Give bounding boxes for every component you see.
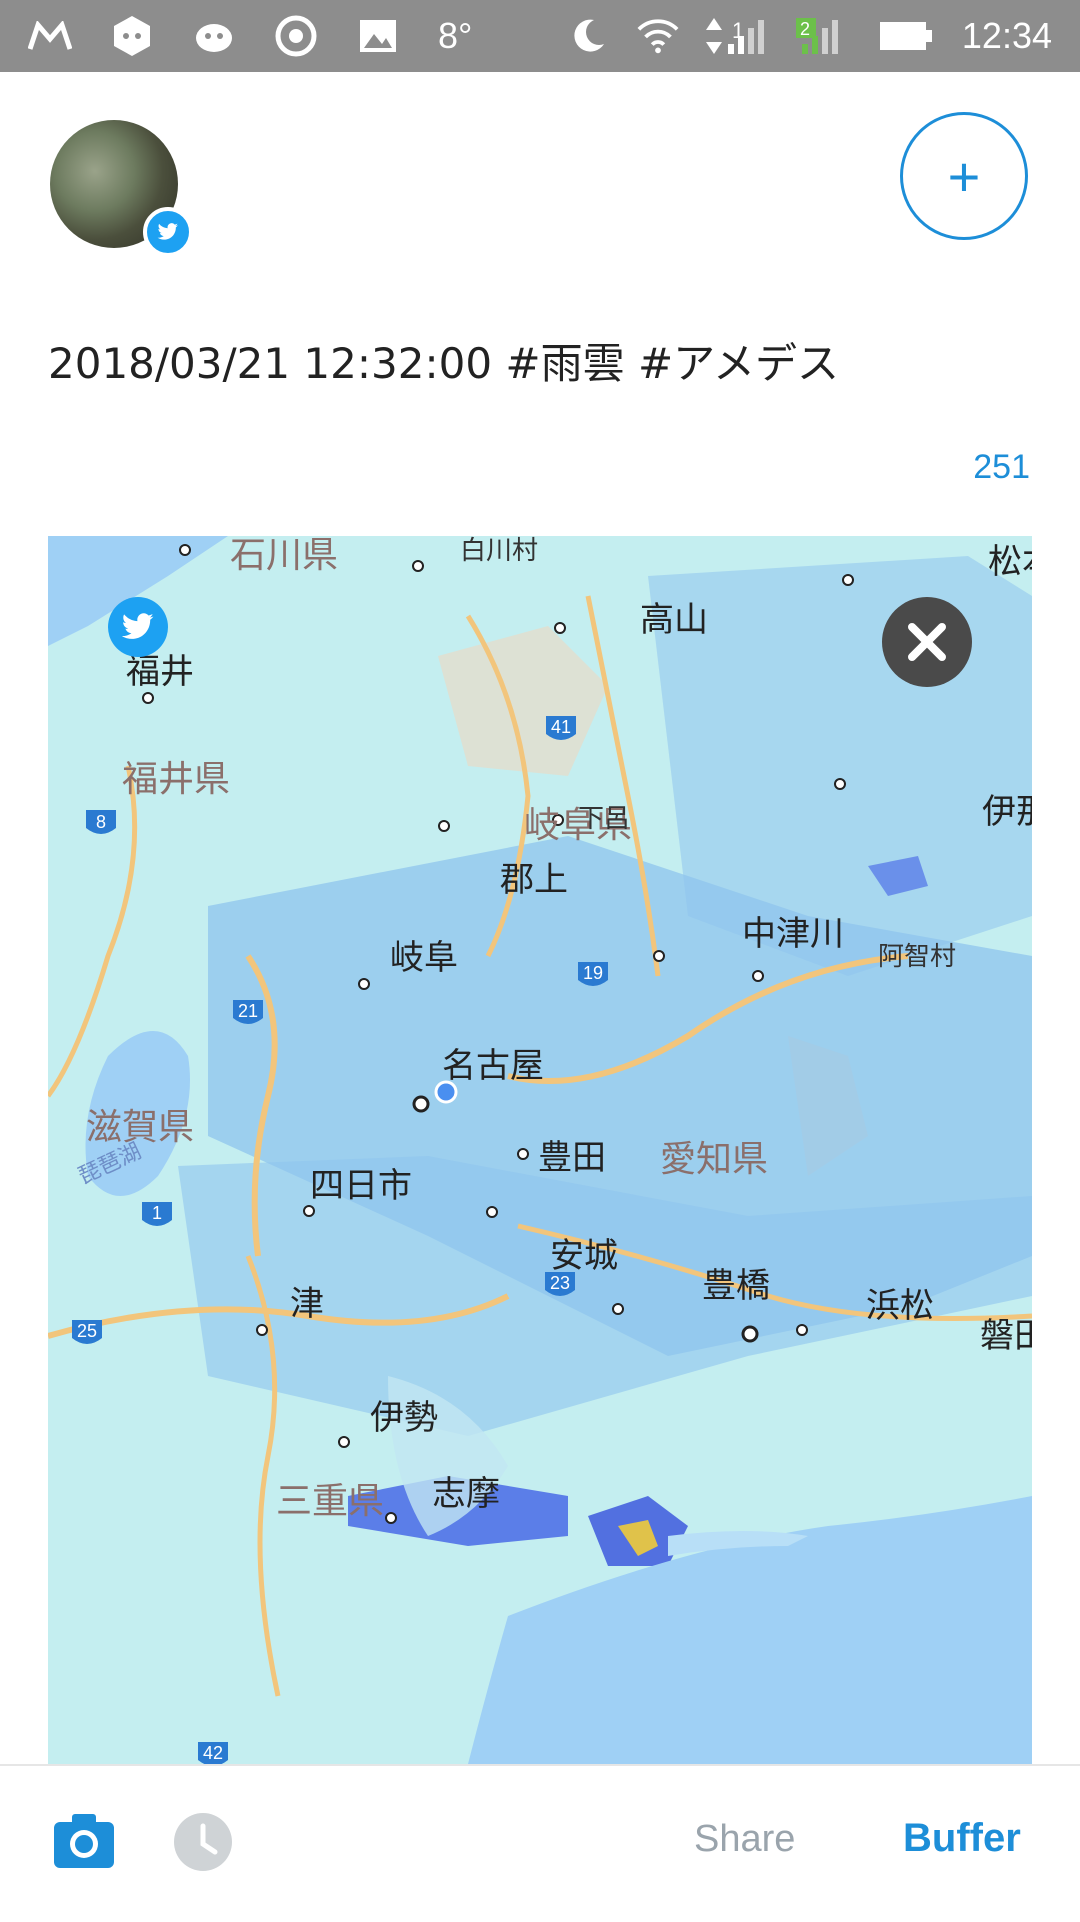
- buffer-button[interactable]: Buffer: [903, 1816, 1021, 1861]
- temperature-text: 8°: [438, 15, 473, 56]
- clock-icon[interactable]: [173, 1812, 233, 1872]
- map-label-aichi-pref: 愛知県: [660, 1139, 769, 1180]
- close-icon: [908, 623, 946, 661]
- svg-text:42: 42: [203, 1743, 223, 1763]
- map-label-shima: 志摩: [432, 1474, 500, 1514]
- sim2-badge: 2: [800, 19, 810, 39]
- route-shield-42: 42: [198, 1742, 228, 1764]
- route-shield-1: 1: [142, 1202, 172, 1226]
- map-label-nakatsugawa: 中津川: [742, 914, 844, 954]
- camera-icon[interactable]: [54, 1812, 114, 1868]
- map-label-anjo: 安城: [550, 1236, 618, 1276]
- twitter-badge-icon: [143, 207, 193, 257]
- map-label-shiga-pref: 滋賀県: [86, 1107, 195, 1148]
- svg-text:21: 21: [238, 1001, 258, 1021]
- map-label-toyohashi: 豊橋: [702, 1266, 770, 1306]
- map-label-ise: 伊勢: [370, 1398, 438, 1438]
- map-label-iwata: 磐田: [980, 1316, 1032, 1356]
- map-label-nagoya: 名古屋: [442, 1046, 544, 1086]
- twitter-icon: [108, 597, 168, 657]
- map-label-ishikawa: 石川県: [230, 536, 339, 576]
- share-button[interactable]: Share: [694, 1818, 795, 1861]
- map-label-yokkaichi: 四日市: [310, 1166, 412, 1206]
- svg-text:19: 19: [583, 963, 603, 983]
- map-label-hamamatsu: 浜松: [866, 1286, 934, 1326]
- route-shield-21: 21: [233, 1000, 263, 1024]
- map-label-gujo: 郡上: [500, 860, 568, 900]
- notification-app-icon: [110, 14, 154, 58]
- clock-time: 12:34: [961, 15, 1052, 56]
- map-label-takayama: 高山: [640, 600, 708, 640]
- svg-text:8: 8: [96, 812, 106, 832]
- character-count: 251: [973, 448, 1030, 486]
- attached-map-image: 41 8 19 21 1 23 25 42 石川県 白川村 松本 高山 福井 福…: [48, 536, 1032, 1764]
- wifi-icon: [636, 14, 680, 58]
- svg-text:41: 41: [551, 717, 571, 737]
- map-label-ina: 伊那: [982, 792, 1032, 832]
- route-shield-25: 25: [72, 1320, 102, 1344]
- sim1-badge: 1: [732, 18, 744, 43]
- composer-toolbar: Share Buffer: [0, 1764, 1080, 1922]
- route-shield-8: 8: [86, 810, 116, 834]
- svg-text:1: 1: [152, 1203, 162, 1223]
- map-label-tsu: 津: [290, 1284, 324, 1324]
- map-label-fukui-pref: 福井県: [122, 759, 231, 800]
- gmail-icon: [28, 14, 72, 58]
- battery-icon: [878, 14, 936, 58]
- map-label-gifu: 岐阜: [390, 938, 458, 978]
- add-account-button[interactable]: +: [900, 112, 1028, 240]
- map-label-toyota: 豊田: [538, 1138, 606, 1178]
- remove-image-button[interactable]: [882, 597, 972, 687]
- data-arrows-icon: 1: [705, 14, 766, 58]
- map-label-achi: 阿智村: [878, 942, 957, 972]
- signal-icon: 2: [792, 14, 852, 58]
- map-label-gero: 下呂: [578, 804, 631, 834]
- add-button-label: +: [947, 144, 981, 208]
- moon-icon: [566, 14, 610, 58]
- map-label-mie-pref: 三重県: [276, 1481, 385, 1522]
- map-label-matsumoto: 松本: [988, 542, 1032, 582]
- map-label-shirakawa: 白川村: [460, 536, 539, 566]
- route-shield-41: 41: [546, 716, 576, 740]
- mascot-app-icon: [192, 14, 236, 58]
- svg-text:25: 25: [77, 1321, 97, 1341]
- swirl-app-icon: [274, 14, 318, 58]
- route-shield-19: 19: [578, 962, 608, 986]
- status-bar: 8° 1 2 12:34: [0, 0, 1080, 72]
- profile-avatar[interactable]: [50, 120, 193, 257]
- image-icon: [356, 14, 400, 58]
- post-text-input[interactable]: 2018/03/21 12:32:00 #雨雲 #アメデス: [48, 330, 1038, 391]
